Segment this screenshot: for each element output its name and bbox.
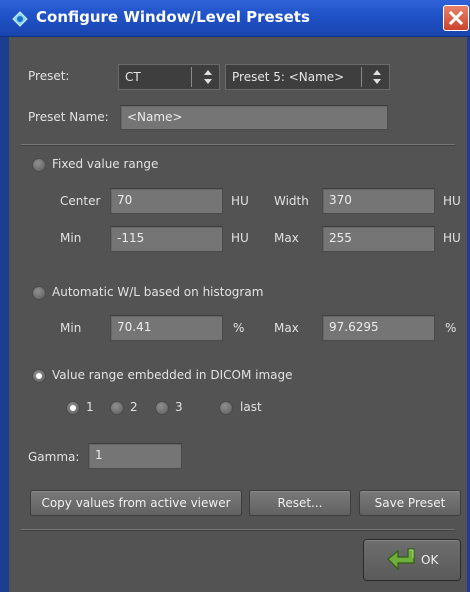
save-preset-button[interactable]: Save Preset (359, 490, 461, 516)
center-unit: HU (231, 194, 249, 208)
select-arrows-icon (204, 70, 212, 84)
max-unit: HU (443, 231, 461, 245)
dicom-option-3-label: 3 (175, 400, 183, 414)
dicom-option-1-radio[interactable] (66, 401, 80, 415)
dicom-option-2-label: 2 (130, 400, 138, 414)
auto-min-unit: % (233, 321, 245, 335)
preset-name-label: Preset Name: (28, 110, 109, 124)
modality-select[interactable]: CT (118, 64, 220, 90)
auto-min-label: Min (60, 321, 82, 335)
dicom-range-radio[interactable] (32, 369, 46, 383)
center-input[interactable]: 70 (110, 188, 223, 214)
preset-select[interactable]: Preset 5: <Name> (225, 64, 390, 90)
ok-button[interactable]: OK (363, 539, 461, 581)
dicom-option-1-label: 1 (86, 400, 94, 414)
dicom-range-label: Value range embedded in DICOM image (52, 368, 293, 382)
modality-select-value: CT (125, 70, 141, 84)
fixed-range-label: Fixed value range (52, 157, 159, 171)
dialog-body: Preset: CT Preset 5: <Name> Preset Name:… (9, 37, 467, 592)
copy-values-button[interactable]: Copy values from active viewer (30, 490, 242, 516)
title-bar[interactable]: Configure Window/Level Presets (0, 0, 470, 37)
auto-wl-radio[interactable] (32, 286, 46, 300)
dicom-option-last-label: last (240, 400, 262, 414)
divider (21, 529, 455, 531)
width-unit: HU (443, 194, 461, 208)
preset-label: Preset: (28, 69, 70, 83)
close-icon (449, 11, 463, 25)
gamma-label: Gamma: (28, 450, 80, 464)
select-arrows-icon (373, 70, 381, 84)
dicom-option-3-radio[interactable] (155, 401, 169, 415)
return-arrow-icon (387, 548, 415, 571)
app-icon (12, 11, 28, 27)
close-button[interactable] (443, 5, 469, 31)
auto-wl-label: Automatic W/L based on histogram (52, 285, 264, 299)
center-label: Center (60, 194, 101, 208)
auto-max-label: Max (274, 321, 299, 335)
dicom-option-2-radio[interactable] (110, 401, 124, 415)
max-hu-input[interactable]: 255 (322, 226, 435, 252)
auto-min-input[interactable]: 70.41 (110, 315, 223, 341)
width-label: Width (274, 194, 309, 208)
dicom-option-last-radio[interactable] (219, 401, 233, 415)
min-hu-input[interactable]: -115 (110, 226, 223, 252)
min-label: Min (60, 231, 82, 245)
divider (21, 144, 455, 146)
min-unit: HU (231, 231, 249, 245)
window-title: Configure Window/Level Presets (36, 8, 310, 26)
width-input[interactable]: 370 (322, 188, 435, 214)
reset-button[interactable]: Reset... (249, 490, 351, 516)
fixed-range-radio[interactable] (32, 158, 46, 172)
preset-select-value: Preset 5: <Name> (232, 70, 345, 84)
ok-label: OK (421, 553, 439, 567)
gamma-input[interactable]: 1 (88, 443, 182, 469)
preset-name-input[interactable]: <Name> (120, 105, 388, 130)
max-label: Max (274, 231, 299, 245)
auto-max-unit: % (445, 321, 457, 335)
auto-max-input[interactable]: 97.6295 (322, 315, 435, 341)
